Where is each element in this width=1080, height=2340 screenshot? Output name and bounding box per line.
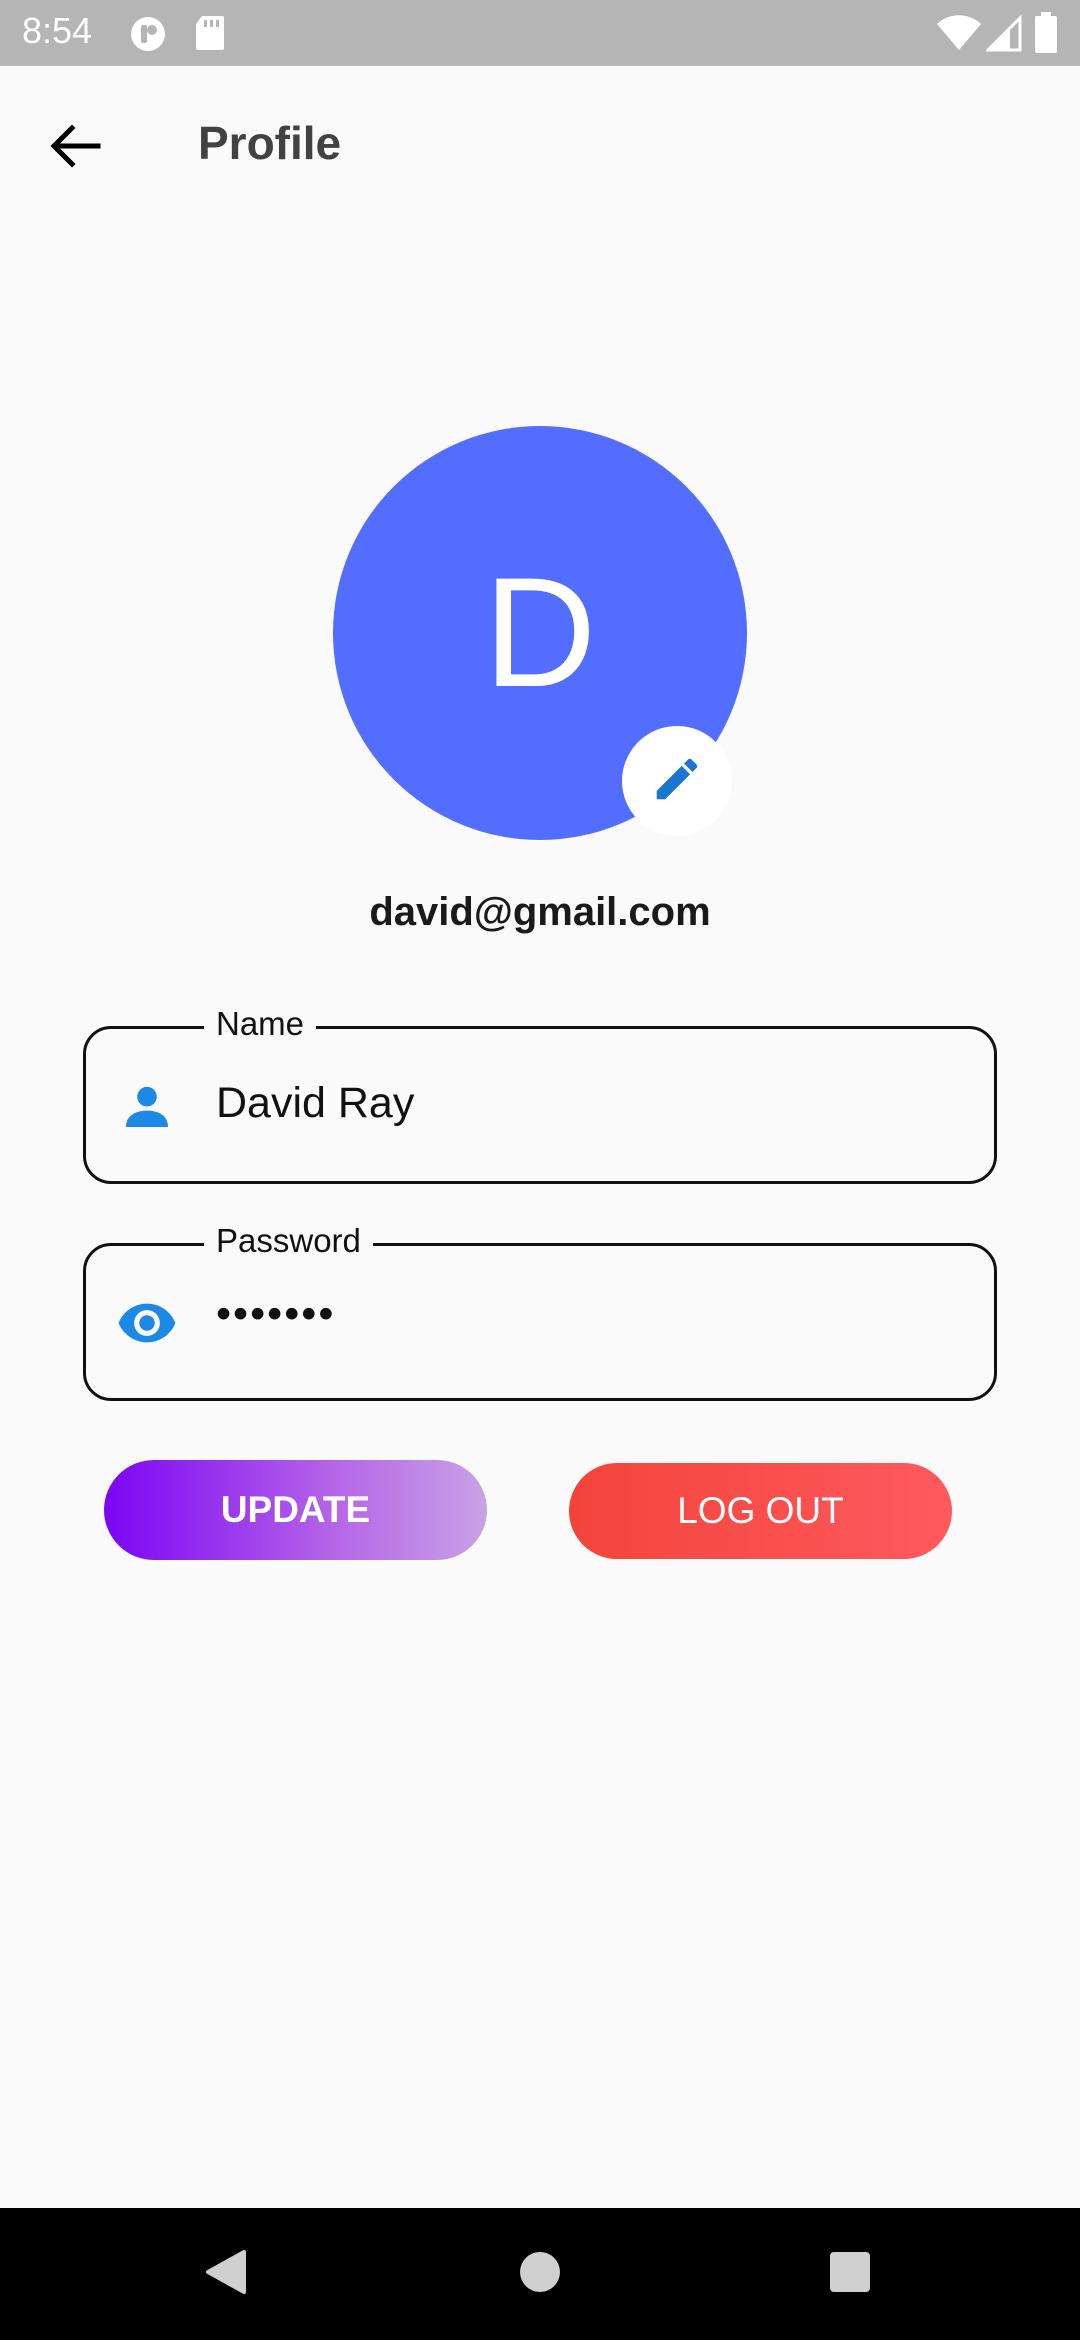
back-button[interactable] [40, 112, 112, 184]
avatar-initial: D [483, 545, 597, 720]
home-circle-icon [518, 2250, 562, 2299]
notification-icon [128, 14, 168, 59]
signal-icon [984, 14, 1022, 57]
name-field-label: Name [204, 1005, 317, 1043]
nav-back-button[interactable] [194, 2242, 258, 2306]
password-field[interactable]: Password ••••••• [83, 1222, 997, 1401]
update-button[interactable]: UPDATE [104, 1460, 487, 1560]
status-bar: 8:54 [0, 0, 1080, 66]
pencil-icon [650, 752, 704, 811]
navigation-bar [0, 2208, 1080, 2340]
back-triangle-icon [204, 2248, 248, 2301]
person-icon [116, 1075, 178, 1137]
password-input[interactable]: ••••••• [216, 1290, 335, 1339]
password-field-label: Password [204, 1222, 373, 1260]
wifi-icon [936, 14, 982, 57]
name-field[interactable]: Name David Ray [83, 1005, 997, 1184]
recents-square-icon [828, 2250, 872, 2299]
sd-card-icon [194, 14, 226, 57]
nav-home-button[interactable] [508, 2242, 572, 2306]
app-bar: Profile [0, 66, 1080, 222]
arrow-left-icon [50, 123, 102, 173]
edit-avatar-button[interactable] [622, 726, 732, 836]
eye-icon[interactable] [116, 1292, 178, 1354]
page-title: Profile [198, 117, 342, 169]
logout-button[interactable]: LOG OUT [569, 1463, 952, 1559]
email-text: david@gmail.com [369, 890, 711, 934]
nav-recents-button[interactable] [818, 2242, 882, 2306]
status-time: 8:54 [22, 10, 93, 51]
name-input[interactable]: David Ray [216, 1079, 414, 1128]
battery-icon [1034, 12, 1058, 59]
profile-screen: 8:54 Profile D david@gmail.com Name Davi… [0, 0, 1080, 2340]
